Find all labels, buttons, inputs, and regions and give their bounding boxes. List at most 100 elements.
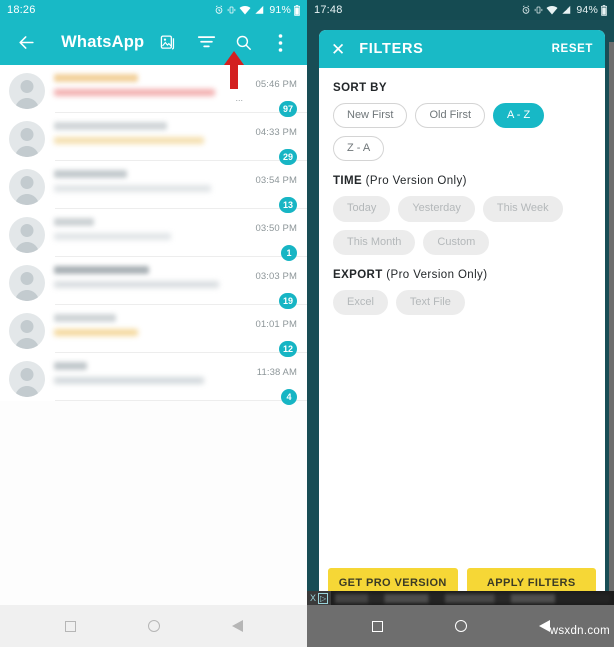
chat-list[interactable]: 05:46 PM 97... 04:33 PM 29 03:54 PM 13 03:50 P…	[0, 65, 307, 405]
home-circle-icon[interactable]	[147, 620, 160, 632]
chat-preview	[45, 121, 237, 144]
avatar	[9, 121, 45, 157]
signal-icon	[562, 5, 571, 14]
avatar	[9, 265, 45, 301]
chip-custom: Custom	[423, 229, 490, 255]
chat-list-item[interactable]: 04:33 PM 29	[0, 113, 307, 165]
avatar	[9, 169, 45, 205]
recents-square-icon[interactable]	[371, 620, 383, 632]
chat-timestamp: 03:50 PM	[255, 223, 297, 234]
chip-text-file: Text File	[395, 289, 465, 315]
chat-timestamp: 03:03 PM	[255, 271, 297, 282]
left-status-bar: 18:26 91%	[0, 0, 307, 20]
contact-name	[54, 74, 139, 82]
avatar	[9, 361, 45, 397]
overflow-menu-icon[interactable]	[264, 26, 297, 60]
page-title: WhatsApp	[61, 33, 145, 51]
chip-this-month: This Month	[333, 229, 416, 255]
status-bar-icons: 91%	[214, 4, 300, 16]
vibrate-icon	[535, 6, 543, 14]
filters-title: FILTERS	[359, 41, 424, 57]
wifi-icon	[239, 5, 251, 15]
chip-group-sort_by: New First Old First A - Z Z - A	[333, 103, 591, 162]
filter-icon[interactable]	[190, 26, 223, 60]
reset-button[interactable]: RESET	[552, 43, 593, 55]
section-subtitle: (Pro Version Only)	[382, 268, 488, 281]
section-title-time: TIME (Pro Version Only)	[333, 175, 467, 188]
right-screen-filters-dialog: 17:48 94% ✕ FILTERS RESET SORT BY New Fir…	[307, 0, 614, 647]
chat-list-item[interactable]: 01:01 PM 12	[0, 305, 307, 357]
watermark: wsxdn.com	[549, 625, 610, 637]
back-triangle-icon[interactable]	[538, 620, 550, 632]
chip-group-time: Today Yesterday This Week This Month Custom	[333, 196, 591, 255]
chat-preview	[45, 313, 237, 336]
message-preview	[54, 281, 219, 288]
contact-name	[54, 122, 168, 130]
contact-name	[54, 362, 87, 370]
chip-a-z[interactable]: A - Z	[493, 103, 545, 129]
chat-list-item[interactable]: 05:46 PM 97...	[0, 65, 307, 117]
filters-header: ✕ FILTERS RESET	[319, 30, 605, 68]
filters-sheet: ✕ FILTERS RESET SORT BY New First Old Firs…	[319, 30, 605, 607]
status-bar-time: 18:26	[7, 4, 36, 16]
chat-list-item[interactable]: 11:38 AM 4	[0, 353, 307, 405]
red-up-arrow-annotation	[224, 51, 244, 89]
chat-meta: 03:54 PM 13	[237, 169, 297, 213]
chat-meta: 04:33 PM 29	[237, 121, 297, 165]
chat-timestamp: 04:33 PM	[255, 127, 297, 138]
truncation-ellipsis: ...	[235, 93, 243, 103]
message-preview	[54, 185, 212, 192]
chat-preview	[45, 265, 237, 288]
chip-new-first[interactable]: New First	[333, 103, 408, 129]
chat-timestamp: 05:46 PM	[255, 79, 297, 90]
message-preview	[54, 329, 139, 336]
chat-timestamp: 11:38 AM	[256, 367, 297, 378]
chip-z-a[interactable]: Z - A	[333, 136, 385, 162]
chat-preview	[45, 361, 237, 384]
right-status-bar: 17:48 94%	[307, 0, 614, 20]
avatar	[9, 313, 45, 349]
alarm-icon	[216, 5, 223, 14]
battery-percent: 91%	[269, 4, 291, 16]
message-preview	[54, 233, 172, 240]
back-arrow-icon[interactable]	[10, 26, 43, 60]
adchoices-icon[interactable]: ▷	[318, 592, 329, 604]
left-screen-whatsapp-list: 18:26 91% WhatsApp 05:46 PM 97 ... 04:33…	[0, 0, 307, 647]
gallery-icon[interactable]	[152, 26, 185, 60]
home-circle-icon[interactable]	[454, 620, 467, 632]
recents-square-icon[interactable]	[64, 620, 76, 632]
filters-body: SORT BY New First Old First A - Z Z - A TIME …	[319, 68, 605, 560]
vertical-scrollbar[interactable]	[609, 42, 614, 602]
chat-meta: 01:01 PM 12	[237, 313, 297, 357]
chat-list-item[interactable]: 03:50 PM 1	[0, 209, 307, 261]
battery-icon	[601, 4, 607, 16]
chat-meta: 03:50 PM 1	[237, 217, 297, 261]
whatsapp-app-bar: WhatsApp	[0, 20, 307, 65]
ad-close-icon[interactable]: X	[310, 593, 316, 603]
close-x-icon[interactable]: ✕	[331, 41, 345, 58]
message-preview	[54, 89, 216, 96]
chat-preview	[45, 73, 237, 96]
chat-list-item[interactable]: 03:54 PM 13	[0, 161, 307, 213]
signal-icon	[255, 5, 264, 14]
status-bar-icons: 94%	[521, 4, 607, 16]
chip-today: Today	[333, 196, 391, 222]
chat-meta: 03:03 PM 19	[237, 265, 297, 309]
ad-content[interactable]	[335, 593, 610, 603]
chip-yesterday: Yesterday	[398, 196, 475, 222]
battery-icon	[294, 4, 300, 16]
chip-excel: Excel	[333, 289, 388, 315]
chat-timestamp: 01:01 PM	[255, 319, 297, 330]
back-triangle-icon[interactable]	[231, 620, 243, 632]
section-title-sort_by: SORT BY	[333, 82, 387, 94]
chat-list-item[interactable]: 03:03 PM 19	[0, 257, 307, 309]
battery-percent: 94%	[576, 4, 598, 16]
unread-badge: 4	[281, 389, 297, 405]
message-preview	[54, 377, 205, 384]
ad-banner[interactable]: X ▷	[307, 591, 614, 605]
chip-old-first[interactable]: Old First	[415, 103, 486, 129]
dual-screenshot-container: 18:26 91% WhatsApp 05:46 PM 97 ... 04:33…	[0, 0, 614, 647]
chat-meta: 05:46 PM 97	[237, 73, 297, 117]
ad-controls[interactable]: X ▷	[307, 591, 332, 605]
chat-preview	[45, 169, 237, 192]
